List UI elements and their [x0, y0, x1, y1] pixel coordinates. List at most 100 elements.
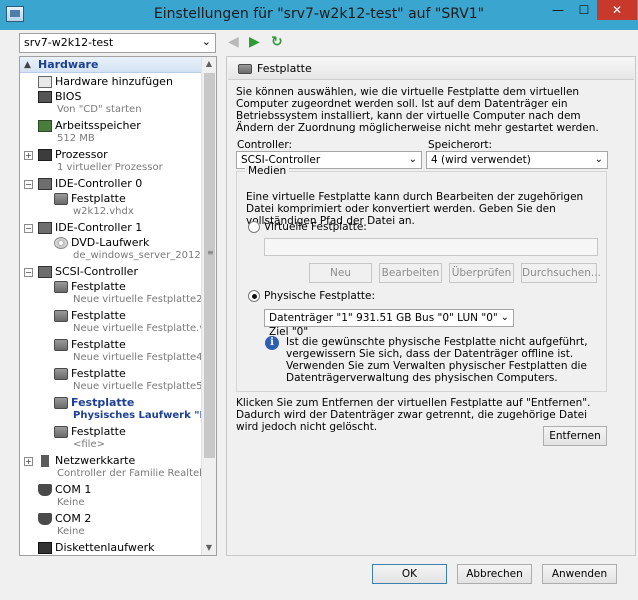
tree-item-sub: Neue virtuelle Festplatte.v...	[73, 323, 215, 334]
tree-item-sub: w2k12.vhdx	[73, 206, 134, 217]
com-port-icon	[38, 513, 52, 525]
floppy-icon	[38, 542, 52, 554]
edit-button[interactable]: Bearbeiten	[379, 263, 442, 283]
collapse-icon[interactable]: −	[24, 224, 33, 233]
tree-item-sub: Neue virtuelle Festplatte4....	[73, 352, 216, 363]
hard-disk-icon	[54, 310, 68, 322]
apply-button[interactable]: Anwenden	[542, 564, 617, 584]
chevron-down-icon: ⌄	[408, 154, 417, 165]
vm-select-value: srv7-w2k12-test	[24, 36, 114, 49]
collapse-icon[interactable]: −	[24, 268, 33, 277]
hard-disk-icon	[54, 397, 68, 409]
refresh-icon[interactable]: ↻	[271, 34, 283, 50]
tree-item-label: IDE-Controller 1	[55, 221, 143, 234]
memory-icon	[38, 120, 52, 132]
tree-item-sub: Keine	[57, 526, 85, 537]
tree-item-label: Festplatte	[71, 425, 126, 438]
tree-item-sub: Physisches Laufwerk "D...	[73, 410, 217, 421]
physical-disk-radio[interactable]	[248, 290, 260, 302]
forward-arrow-icon[interactable]: ▶	[249, 34, 260, 50]
tree-item-sub: 1 virtueller Prozessor	[57, 162, 163, 173]
vm-select[interactable]: srv7-w2k12-test ⌄	[19, 33, 216, 53]
intro-text: Sie können auswählen, wie die virtuelle …	[236, 86, 599, 134]
close-button[interactable]: ✕	[597, 0, 637, 20]
back-arrow-icon[interactable]: ◀	[228, 34, 239, 50]
tree-item-label: Festplatte	[71, 338, 126, 351]
tree-scrollbar[interactable]: ▲ ≡ ▼	[201, 57, 216, 555]
add-hardware-icon	[38, 76, 52, 88]
tree-item-label: Arbeitsspeicher	[55, 119, 141, 132]
collapse-icon[interactable]: −	[24, 180, 33, 189]
check-button[interactable]: Überprüfen	[449, 263, 514, 283]
hard-disk-icon	[54, 426, 68, 438]
scroll-thumb[interactable]: ≡	[204, 73, 215, 458]
panel-title: Festplatte	[257, 62, 312, 75]
controller-icon	[38, 178, 52, 190]
scroll-down-icon[interactable]: ▼	[202, 541, 216, 555]
tree-item-label: Festplatte	[71, 367, 126, 380]
tree-item-label: Festplatte	[71, 309, 126, 322]
info-icon: i	[265, 336, 279, 350]
location-select[interactable]: 4 (wird verwendet) ⌄	[426, 151, 608, 169]
network-icon	[41, 455, 49, 467]
expand-icon[interactable]: +	[24, 457, 33, 466]
hard-disk-icon	[54, 193, 68, 205]
title-bar: Einstellungen für "srv7-w2k12-test" auf …	[0, 0, 638, 30]
collapse-chevron-icon: ▲	[24, 60, 31, 70]
tree-item-sub: Neue virtuelle Festplatte5....	[73, 381, 216, 392]
controller-icon	[38, 222, 52, 234]
new-button[interactable]: Neu	[309, 263, 372, 283]
remove-button[interactable]: Entfernen	[543, 426, 607, 446]
location-value: 4 (wird verwendet)	[431, 154, 531, 166]
grip-icon: ≡	[207, 248, 214, 257]
tree-item-label: SCSI-Controller	[55, 265, 138, 278]
hard-disk-icon	[54, 339, 68, 351]
info-text: Ist die gewünschte physische Festplatte …	[286, 336, 588, 384]
hardware-tree[interactable]: ▲ Hardware Hardware hinzufügen BIOS Von …	[19, 56, 217, 556]
tree-item-label: Hardware hinzufügen	[55, 75, 173, 88]
minimize-button[interactable]: —	[545, 0, 571, 20]
tree-item-sub: Keine	[57, 497, 85, 508]
tree-item-sub: de_windows_server_2012...	[73, 250, 211, 261]
physical-disk-select[interactable]: Datenträger "1" 931.51 GB Bus "0" LUN "0…	[264, 309, 514, 338]
tree-item-label: DVD-Laufwerk	[71, 236, 150, 249]
tree-header-label: Hardware	[38, 58, 99, 71]
virtual-disk-path-field[interactable]	[264, 238, 598, 256]
tree-item-label: Netzwerkkarte	[55, 454, 136, 467]
virtual-disk-radio[interactable]	[248, 221, 260, 233]
virtual-disk-label[interactable]: Virtuelle Festplatte:	[264, 221, 367, 233]
expand-icon[interactable]: +	[24, 151, 33, 160]
tree-item-label: Diskettenlaufwerk	[55, 541, 155, 554]
cancel-button[interactable]: Abbrechen	[457, 564, 532, 584]
processor-icon	[38, 149, 52, 161]
tree-header[interactable]: ▲ Hardware	[20, 57, 203, 73]
tree-item-label: BIOS	[55, 90, 82, 103]
controller-icon	[38, 266, 52, 278]
ok-button[interactable]: OK	[372, 564, 447, 584]
hard-disk-icon	[54, 281, 68, 293]
tree-item-label: Festplatte	[71, 280, 126, 293]
tree-item-label: IDE-Controller 0	[55, 177, 143, 190]
physical-disk-label[interactable]: Physische Festplatte:	[264, 290, 375, 302]
tree-item-sub: Von "CD" starten	[57, 104, 142, 115]
browse-button[interactable]: Durchsuchen...	[521, 263, 601, 283]
tree-item-label: COM 2	[55, 512, 92, 525]
dvd-icon	[54, 237, 68, 249]
media-legend: Medien	[245, 165, 290, 177]
tree-item-sub: Controller der Familie Realtek P...	[57, 468, 217, 479]
tree-item-sub: 512 MB	[57, 133, 95, 144]
location-label: Speicherort:	[428, 139, 493, 151]
tree-item-label: Festplatte	[71, 396, 135, 409]
chevron-down-icon: ⌄	[594, 154, 603, 165]
panel-header: Festplatte	[228, 58, 634, 80]
controller-label: Controller:	[237, 139, 293, 151]
scroll-up-icon[interactable]: ▲	[202, 57, 216, 71]
tree-item-sub: <file>	[73, 439, 105, 450]
maximize-button[interactable]: ☐	[571, 0, 597, 20]
hard-disk-icon	[238, 64, 252, 74]
tree-item-label: Festplatte	[71, 192, 126, 205]
tree-item-sub: Neue virtuelle Festplatte2....	[73, 294, 216, 305]
chevron-down-icon: ⌄	[500, 312, 509, 323]
hard-disk-icon	[54, 368, 68, 380]
window-title: Einstellungen für "srv7-w2k12-test" auf …	[153, 6, 485, 22]
